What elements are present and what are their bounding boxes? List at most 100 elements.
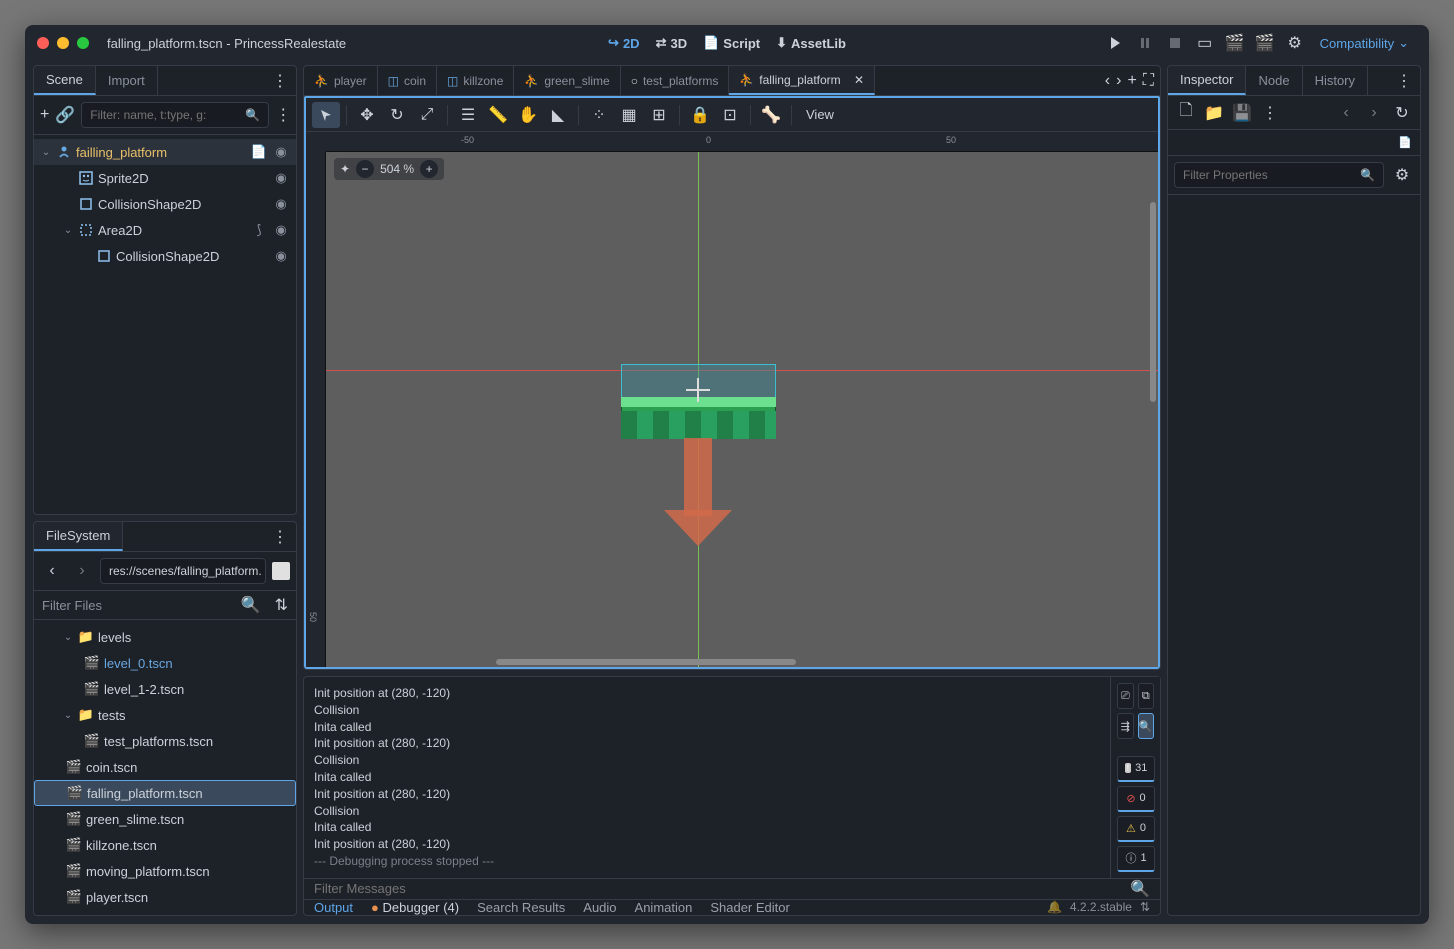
add-tab-button[interactable]: + <box>1127 72 1136 90</box>
fs-folder-tests[interactable]: ⌄ 📁 tests <box>34 702 296 728</box>
scene-panel-menu[interactable]: ⋮ <box>264 66 296 95</box>
output-tab[interactable]: Output <box>314 900 353 915</box>
inspector-menu[interactable]: ⋮ <box>1388 66 1420 95</box>
filter-messages-input[interactable] <box>314 881 1130 896</box>
smart-snap[interactable]: ⊞ <box>645 102 673 128</box>
inspector-extra-button[interactable]: ⋮ <box>1258 101 1282 125</box>
scale-tool[interactable]: ⤢ <box>413 102 441 128</box>
view-menu[interactable]: View <box>798 107 842 122</box>
warning-count[interactable]: ⚠0 <box>1117 816 1155 842</box>
group-button[interactable]: ⊡ <box>716 102 744 128</box>
pivot-tool[interactable]: ◣ <box>544 102 572 128</box>
scene-tab-player[interactable]: ⛹player <box>304 66 378 95</box>
platform-sprite[interactable] <box>621 397 776 439</box>
animation-tab[interactable]: Animation <box>635 900 693 915</box>
snap-toggle[interactable]: ⁘ <box>585 102 613 128</box>
visibility-icon[interactable]: ◉ <box>272 196 290 212</box>
visibility-icon[interactable]: ◉ <box>272 170 290 186</box>
scene-filter[interactable]: 🔍 <box>81 102 269 128</box>
visibility-icon[interactable]: ◉ <box>272 144 290 160</box>
zoom-in-button[interactable]: + <box>420 160 438 178</box>
filesystem-menu[interactable]: ⋮ <box>264 522 296 551</box>
inspector-settings-button[interactable]: ⚙ <box>1390 163 1414 187</box>
visibility-icon[interactable]: ◉ <box>272 248 290 264</box>
tab-import[interactable]: Import <box>96 66 158 95</box>
close-window-button[interactable] <box>37 37 49 49</box>
fs-file-testplatforms[interactable]: 🎬 test_platforms.tscn <box>34 728 296 754</box>
scene-node-sprite[interactable]: Sprite2D ◉ <box>34 165 296 191</box>
fs-file-green-slime[interactable]: 🎬 green_slime.tscn <box>34 806 296 832</box>
shader-tab[interactable]: Shader Editor <box>710 900 790 915</box>
path-back-button[interactable]: ‹ <box>40 559 64 583</box>
critical-count[interactable]: ⊘0 <box>1117 786 1155 812</box>
instance-scene-button[interactable]: 🔗 <box>55 103 75 127</box>
fs-folder-levels[interactable]: ⌄ 📁 levels <box>34 624 296 650</box>
caret-icon[interactable]: ⌄ <box>40 147 52 158</box>
origin-gizmo[interactable] <box>692 384 704 396</box>
history-button[interactable]: ↻ <box>1390 101 1414 125</box>
scene-node-root[interactable]: ⌄ failling_platform 📄 ◉ <box>34 139 296 165</box>
close-icon[interactable]: ✕ <box>854 73 864 87</box>
workspace-assetlib[interactable]: ⬇ AssetLib <box>776 35 846 51</box>
bone-tool[interactable]: 🦴 <box>757 102 785 128</box>
search-results-tab[interactable]: Search Results <box>477 900 565 915</box>
path-field[interactable]: res://scenes/falling_platform. <box>100 558 266 584</box>
expand-button[interactable]: ⛶ <box>1143 72 1154 90</box>
search-icon[interactable]: 🔍 <box>1130 879 1150 899</box>
center-view-icon[interactable]: ✦ <box>340 162 350 176</box>
minimize-window-button[interactable] <box>57 37 69 49</box>
fs-file-level1-2[interactable]: 🎬 level_1-2.tscn <box>34 676 296 702</box>
stop-button[interactable] <box>1162 30 1188 56</box>
grid-toggle[interactable]: ▦ <box>615 102 643 128</box>
scene-tab-falling-platform[interactable]: ⛹falling_platform ✕ <box>729 66 875 95</box>
inspector-filter-input[interactable] <box>1183 168 1360 182</box>
search-console-button[interactable]: 🔍 <box>1138 713 1155 739</box>
move-tool[interactable]: ✥ <box>353 102 381 128</box>
next-tab-button[interactable]: › <box>1116 72 1121 90</box>
scene-tab-green-slime[interactable]: ⛹green_slime <box>514 66 620 95</box>
movie-maker-button[interactable]: 🎬 <box>1222 30 1248 56</box>
list-tool[interactable]: ☰ <box>454 102 482 128</box>
play-scene-button[interactable]: 🎬 <box>1252 30 1278 56</box>
play-button[interactable] <box>1102 30 1128 56</box>
zoom-out-button[interactable]: − <box>356 160 374 178</box>
collapse-button[interactable]: ⇶ <box>1117 713 1134 739</box>
history-back-button[interactable]: ‹ <box>1334 101 1358 125</box>
info-count[interactable]: ⓘ1 <box>1117 846 1155 872</box>
docs-icon[interactable]: 📄 <box>1398 136 1412 149</box>
console-output[interactable]: Init position at (280, -120) Collision I… <box>304 677 1110 878</box>
workspace-script[interactable]: 📄 Script <box>703 35 760 51</box>
add-node-button[interactable]: + <box>40 103 49 127</box>
search-icon[interactable]: 🔍 <box>241 595 261 615</box>
signal-icon[interactable]: ⟆ <box>250 222 268 238</box>
sort-icon[interactable]: ⇅ <box>275 595 288 615</box>
remote-debug-button[interactable]: ▭ <box>1192 30 1218 56</box>
save-resource-button[interactable]: 💾 <box>1230 101 1254 125</box>
scene-node-area[interactable]: ⌄ Area2D ⟆ ◉ <box>34 217 296 243</box>
load-resource-button[interactable]: 📁 <box>1202 101 1226 125</box>
renderer-dropdown[interactable]: Compatibility ⌄ <box>1312 35 1417 51</box>
clear-button[interactable]: ⎚ <box>1117 683 1134 709</box>
history-forward-button[interactable]: › <box>1362 101 1386 125</box>
zoom-level[interactable]: 504 % <box>380 162 414 176</box>
fs-file-coin[interactable]: 🎬 coin.tscn <box>34 754 296 780</box>
folder-color[interactable] <box>272 562 290 580</box>
prev-tab-button[interactable]: ‹ <box>1105 72 1110 90</box>
visibility-icon[interactable]: ◉ <box>272 222 290 238</box>
new-resource-button[interactable]: 🗋 <box>1174 101 1198 125</box>
fs-file-level0[interactable]: 🎬 level_0.tscn <box>34 650 296 676</box>
copy-button[interactable]: ⧉ <box>1138 683 1155 709</box>
rendering-button[interactable]: ⚙ <box>1282 30 1308 56</box>
fs-file-moving-platform[interactable]: 🎬 moving_platform.tscn <box>34 858 296 884</box>
maximize-window-button[interactable] <box>77 37 89 49</box>
tab-history[interactable]: History <box>1303 66 1368 95</box>
workspace-3d[interactable]: ⇄ 3D <box>656 35 688 51</box>
ruler-tool[interactable]: 📏 <box>484 102 512 128</box>
path-forward-button[interactable]: › <box>70 559 94 583</box>
pan-tool[interactable]: ✋ <box>514 102 542 128</box>
pause-button[interactable] <box>1132 30 1158 56</box>
filesystem-tree[interactable]: ⌄ 📁 levels 🎬 level_0.tscn 🎬 level_1-2.ts… <box>34 620 296 915</box>
scene-tab-coin[interactable]: ◫coin <box>378 66 437 95</box>
scene-tab-test-platforms[interactable]: ○test_platforms <box>621 66 730 95</box>
error-count[interactable]: !31 <box>1117 756 1155 782</box>
